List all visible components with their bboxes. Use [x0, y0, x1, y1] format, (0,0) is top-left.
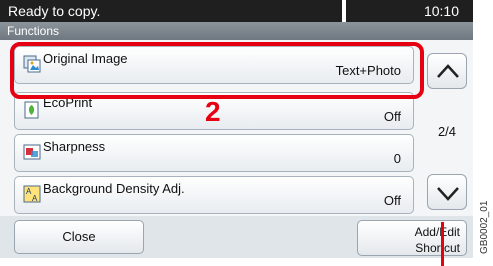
item-label: Background Density Adj. [43, 181, 185, 196]
figure-code: GB0002_01 [479, 200, 490, 254]
highlight-frame [10, 42, 424, 99]
shortcut-label-line1: Add/Edit [414, 225, 460, 239]
copier-screen: Ready to copy. 10:10 Functions Original … [0, 0, 473, 258]
scroll-up-button[interactable] [427, 53, 467, 89]
callout-line [441, 222, 444, 266]
status-bar: Ready to copy. 10:10 [0, 0, 473, 22]
ecoprint-icon [23, 101, 41, 119]
add-edit-shortcut-button[interactable]: Add/Edit Shortcut [357, 220, 467, 256]
svg-text:A: A [32, 194, 38, 203]
scroll-down-button[interactable] [427, 174, 467, 210]
figure-code-text: GB0002_01 [479, 200, 490, 254]
item-value: Off [383, 109, 401, 124]
item-value: Off [383, 193, 401, 208]
functions-header: Functions [0, 22, 473, 40]
status-message: Ready to copy. [0, 0, 342, 22]
background-density-icon: A A [23, 185, 41, 203]
step-number: 2 [205, 96, 221, 127]
close-button[interactable]: Close [14, 220, 144, 254]
page-indicator: 2/4 [437, 124, 457, 139]
item-background-density[interactable]: A A Background Density Adj. Off [14, 176, 414, 214]
sharpness-icon [23, 143, 41, 161]
item-label: Sharpness [43, 139, 106, 154]
item-value: 0 [393, 151, 401, 166]
shortcut-label-line2: Shortcut [415, 241, 460, 255]
chevron-down-icon [437, 187, 459, 201]
chevron-up-icon [437, 64, 459, 78]
item-sharpness[interactable]: Sharpness 0 [14, 134, 414, 172]
status-time: 10:10 [346, 0, 473, 22]
